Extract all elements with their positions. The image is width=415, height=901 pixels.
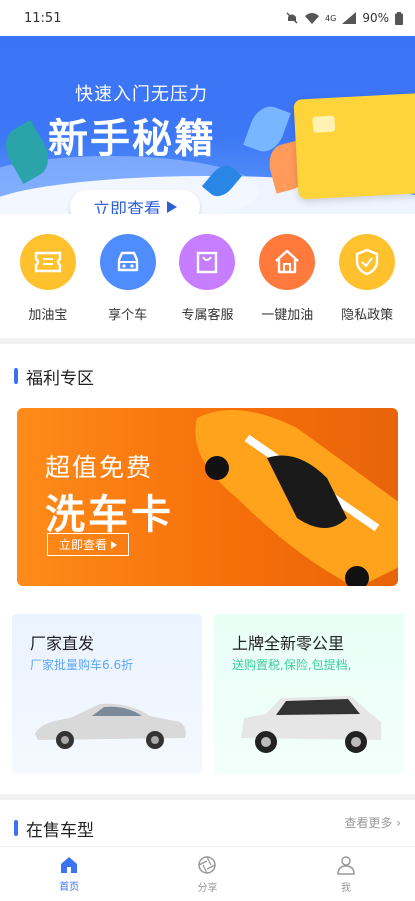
wifi-icon <box>305 13 320 24</box>
signal-icon <box>342 12 357 24</box>
menu-label: 专属客服 <box>181 308 234 323</box>
suv-illustration <box>241 696 381 753</box>
menu-label: 一键加油 <box>261 308 314 323</box>
bag-icon <box>197 251 218 274</box>
banner-title: 新手秘籍 <box>48 116 216 162</box>
section-header: 福利专区 <box>0 358 415 394</box>
battery-icon <box>395 11 403 25</box>
shield-icon <box>355 248 379 276</box>
share-icon <box>198 855 217 874</box>
menu-item-privacy-policy[interactable]: 隐私政策 <box>329 214 405 338</box>
menu-icon-bg <box>259 234 316 290</box>
tab-me[interactable]: 我 <box>296 855 396 894</box>
mute-icon <box>286 12 298 24</box>
section-accent-bar <box>14 820 18 836</box>
promo-banner[interactable]: 快速入门无压力 新手秘籍 立即查看 <box>0 36 415 214</box>
section-accent-bar <box>14 368 18 384</box>
on-sale-section: 在售车型 查看更多 › <box>0 800 415 846</box>
menu-icon-bg <box>179 234 236 290</box>
card-title: 上牌全新零公里 <box>232 634 345 653</box>
quick-menu: 加油宝 享个车 专属客服 一键加油 隐私政策 <box>0 214 415 338</box>
card-subtitle: 送购置税,保险,包提档, <box>232 658 352 672</box>
banner-subtitle: 快速入门无压力 <box>75 84 208 105</box>
menu-icon-bg <box>339 234 396 290</box>
status-time: 11:51 <box>24 10 62 26</box>
bottom-tab-bar: 首页 分享 我 <box>0 846 415 901</box>
home-icon <box>275 249 300 274</box>
car-wash-banner[interactable]: 超值免费 洗车卡 立即查看 <box>17 408 398 586</box>
chevron-right-icon: › <box>396 816 401 830</box>
tab-home[interactable]: 首页 <box>19 856 119 893</box>
card-illustration <box>293 92 415 200</box>
play-icon <box>167 201 177 213</box>
banner-view-button[interactable]: 立即查看 <box>70 190 200 214</box>
wash-title: 洗车卡 <box>45 492 174 538</box>
tab-share[interactable]: 分享 <box>157 855 257 894</box>
menu-label: 隐私政策 <box>341 308 394 323</box>
play-icon <box>111 540 117 549</box>
sedan-illustration <box>35 703 186 749</box>
network-label: 4G <box>325 13 337 23</box>
menu-icon-bg <box>19 234 76 290</box>
wash-button-label: 立即查看 <box>58 538 107 552</box>
menu-item-jiayoubao[interactable]: 加油宝 <box>10 214 86 338</box>
menu-icon-bg <box>99 234 156 290</box>
banner-button-label: 立即查看 <box>93 199 161 215</box>
ticket-icon <box>34 251 62 273</box>
tab-label: 我 <box>340 882 351 894</box>
menu-item-share-car[interactable]: 享个车 <box>90 214 166 338</box>
battery-percent: 90% <box>362 11 389 25</box>
view-more-link[interactable]: 查看更多 › <box>344 814 401 831</box>
section-title: 在售车型 <box>26 820 94 841</box>
home-icon <box>61 856 78 873</box>
menu-label: 加油宝 <box>28 308 68 323</box>
welfare-section: 福利专区 超值免费 洗车卡 立即查看 厂家直发 厂家批量购车6.6折 上牌全新零… <box>0 344 415 794</box>
tab-label: 分享 <box>197 882 218 894</box>
wash-subtitle: 超值免费 <box>45 453 154 482</box>
status-bar: 11:51 4G 90% <box>0 0 415 36</box>
menu-item-one-key-refuel[interactable]: 一键加油 <box>249 214 325 338</box>
section-title: 福利专区 <box>26 368 94 389</box>
wash-view-button[interactable]: 立即查看 <box>47 533 129 556</box>
sports-car-illustration <box>195 410 398 586</box>
menu-item-customer-service[interactable]: 专属客服 <box>169 214 245 338</box>
user-icon <box>337 855 355 875</box>
car-icon <box>117 251 138 272</box>
new-car-card[interactable]: 上牌全新零公里 送购置税,保险,包提档, <box>214 614 404 774</box>
factory-direct-card[interactable]: 厂家直发 厂家批量购车6.6折 <box>12 614 202 774</box>
tab-label: 首页 <box>59 881 80 893</box>
status-icons: 4G 90% <box>285 11 403 25</box>
menu-label: 享个车 <box>108 308 148 323</box>
card-subtitle: 厂家批量购车6.6折 <box>30 658 134 672</box>
card-title: 厂家直发 <box>30 634 95 653</box>
view-more-label: 查看更多 <box>344 816 393 830</box>
